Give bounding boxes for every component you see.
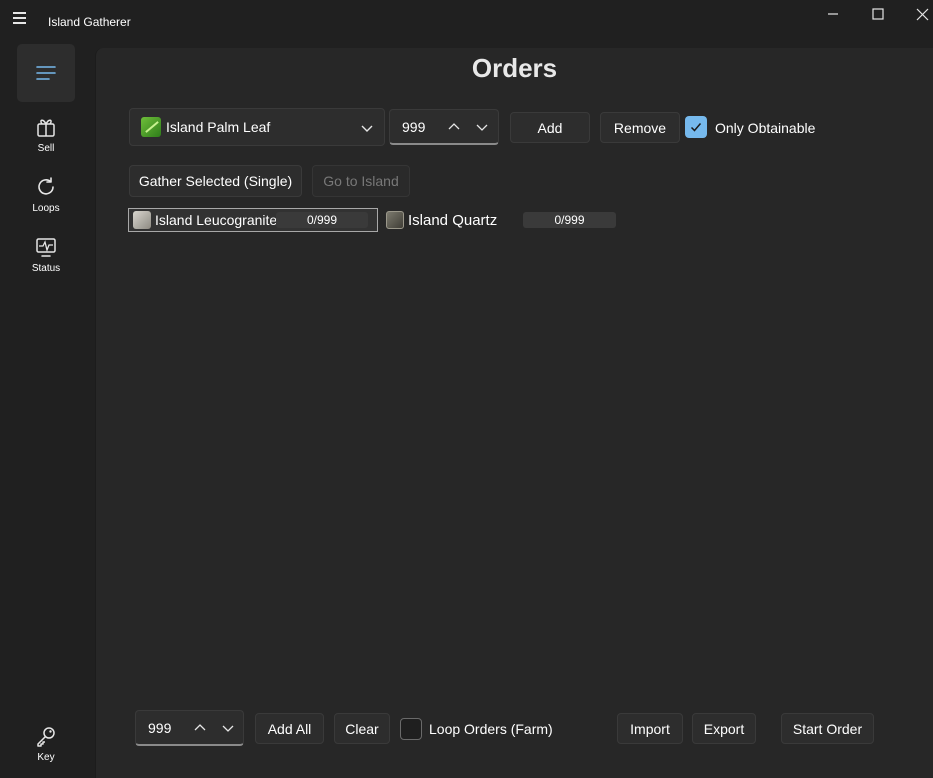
export-button[interactable]: Export [692,713,756,744]
nav-label-status: Status [31,263,61,274]
selected-item-text: Island Palm Leaf [166,119,271,135]
loop-orders-checkbox[interactable] [400,718,422,740]
checkmark-icon [690,123,702,132]
key-icon [37,727,55,747]
chevron-down-icon[interactable] [221,721,235,735]
gift-icon [37,119,55,137]
nav-item-orders[interactable] [17,44,75,102]
nav-label-key: Key [37,752,55,763]
content-area: Orders Island Palm Leaf 999 Add Remove O… [95,48,933,778]
item-select-combobox[interactable]: Island Palm Leaf [129,108,385,146]
chevron-down-icon [361,125,373,132]
chevron-up-icon[interactable] [447,120,461,134]
order-item[interactable]: Island Leucogranite 0/999 [128,208,378,232]
title-bar: Island Gatherer [0,0,933,44]
app-title: Island Gatherer [48,15,131,29]
order-item-name: Island Quartz [408,211,498,229]
nav-label-sell: Sell [37,143,55,154]
quantity-value: 999 [402,118,426,135]
nav-item-status[interactable]: Status [17,226,75,284]
order-item-name: Island Leucogranite [155,212,278,228]
minimize-icon[interactable] [811,0,855,28]
order-item[interactable]: Island Quartz 0/999 [382,208,622,232]
loop-orders-label: Loop Orders (Farm) [429,721,553,737]
order-progress: 0/999 [523,212,616,228]
close-icon[interactable] [900,0,933,28]
order-progress: 0/999 [276,212,368,228]
chevron-down-icon[interactable] [475,120,489,134]
go-to-island-button[interactable]: Go to Island [312,165,410,197]
add-all-button[interactable]: Add All [255,713,324,744]
nav-item-sell[interactable]: Sell [17,106,75,164]
add-button[interactable]: Add [510,112,590,143]
bottom-quantity-number-box[interactable]: 999 [135,710,244,746]
palm-leaf-icon [141,117,161,137]
refresh-icon [38,177,54,195]
nav-item-key[interactable]: Key [17,715,75,773]
gather-selected-button[interactable]: Gather Selected (Single) [129,165,302,197]
import-button[interactable]: Import [617,713,683,744]
quartz-icon [386,211,404,229]
quantity-number-box[interactable]: 999 [389,109,499,145]
page-title: Orders [471,53,558,83]
nav-item-loops[interactable]: Loops [17,166,75,224]
hamburger-menu-icon[interactable] [12,9,30,25]
remove-button[interactable]: Remove [600,112,680,143]
only-obtainable-checkbox[interactable] [685,116,707,138]
bottom-quantity-value: 999 [148,719,172,736]
monitor-pulse-icon [36,238,56,257]
only-obtainable-label: Only Obtainable [715,120,816,136]
nav-label-loops: Loops [32,203,60,214]
clear-button[interactable]: Clear [334,713,390,744]
maximize-icon[interactable] [856,0,900,28]
navigation-pane: Sell Loops Status Key [0,44,92,778]
chevron-up-icon[interactable] [193,721,207,735]
leucogranite-icon [133,211,151,229]
list-icon [36,66,56,80]
start-order-button[interactable]: Start Order [781,713,874,744]
